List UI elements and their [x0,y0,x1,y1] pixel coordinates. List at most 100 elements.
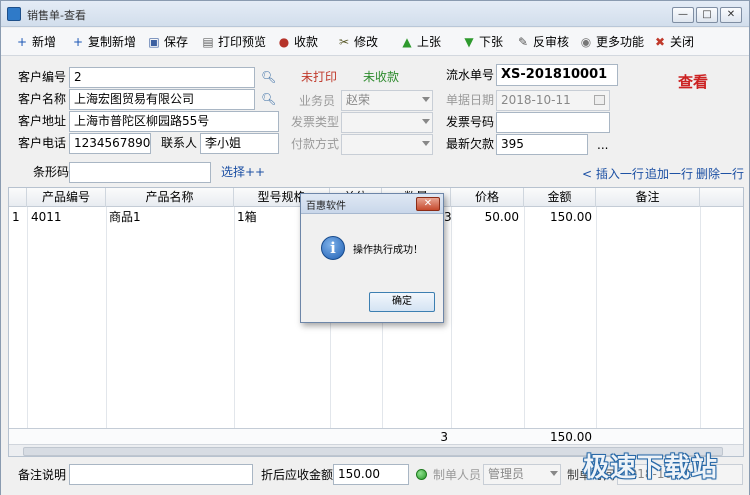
serial-input[interactable]: XS-201810001 [496,64,618,86]
close-button[interactable]: ✖ 关闭 [653,32,694,52]
up-arrow-icon: ▲ [402,35,412,49]
close-icon: ✖ [654,35,666,49]
discount-amount-input[interactable]: 150.00 [333,464,409,485]
remark-input[interactable] [69,464,253,485]
chevron-left-icon: < [582,167,593,181]
invoice-type-select[interactable] [341,112,433,133]
print-preview-button[interactable]: ▤ 打印预览 [201,32,266,52]
append-row-button[interactable]: 追加一行 [645,165,693,182]
customer-no-input[interactable]: 2 [69,67,255,88]
plus-icon: + [72,35,84,49]
maker-label: 制单人员 [433,468,482,482]
column-header[interactable]: 金额 [524,188,596,207]
grid-divider [106,207,107,437]
row-index-header [9,188,27,207]
coins-icon: ● [278,35,290,49]
column-header[interactable]: 产品编号 [27,188,106,207]
grid-divider [234,207,235,437]
debt-label: 最新欠款 [446,137,495,151]
cell-product-name[interactable]: 商品1 [109,208,141,227]
search-icon[interactable]: 🔍︎ [261,92,276,106]
chevron-down-icon [422,119,430,124]
invoice-no-label: 发票号码 [446,115,495,129]
grid-divider [596,207,597,437]
cell-spec[interactable]: 1箱 [237,208,257,227]
date-label: 单据日期 [446,93,495,107]
chevron-down-icon [422,97,430,102]
window-close-button[interactable]: ✕ [720,7,742,23]
salesman-select[interactable]: 赵荣 [341,90,433,111]
grid-divider [27,207,28,437]
barcode-input[interactable] [69,162,211,183]
info-icon: i [321,236,345,260]
phone-label: 客户电话 [18,136,67,150]
unaudit-button[interactable]: ✎ 反审核 [516,32,569,52]
maximize-button[interactable]: □ [696,7,718,23]
delete-row-button[interactable]: 删除一行 [696,165,744,182]
view-mode-label: 查看 [678,73,709,91]
discount-amount-label: 折后应收金额 [261,468,334,482]
address-input[interactable]: 上海市普陀区柳园路55号 [69,111,279,132]
toolbar: + 新增 + 复制新增 ▣ 保存 ▤ 打印预览 ● 收款 ✂ 修改 ▲ 上张 ▼ 下张 ✎ 反审核… [1,28,749,56]
edit-button[interactable]: ✂ 修改 [337,32,378,52]
search-icon[interactable]: 🔍︎ [261,70,276,84]
calendar-icon [594,95,605,105]
pencil-icon: ✎ [517,35,529,49]
maker-select[interactable]: 管理员 [483,464,561,485]
more-icon: ◉ [580,35,592,49]
serial-label: 流水单号 [446,68,495,82]
more-button[interactable]: ... [597,135,608,155]
receive-button[interactable]: ● 收款 [277,32,318,52]
cell-amount[interactable]: 150.00 [524,208,592,227]
tools-icon: ✂ [338,35,350,49]
copy-new-button[interactable]: + 复制新增 [71,32,136,52]
printer-icon: ▤ [202,35,214,49]
message-dialog: 百惠软件 ✕ i 操作执行成功！ 确定 [300,193,444,323]
watermark-logo: 极速下载站 [583,453,719,483]
dialog-title-bar: 百惠软件 ✕ [301,194,443,214]
customer-name-label: 客户名称 [18,92,67,106]
cell-price[interactable]: 50.00 [451,208,519,227]
sales-order-window: 销售单-查看 — □ ✕ + 新增 + 复制新增 ▣ 保存 ▤ 打印预览 ● 收款 ✂ 修改… [0,0,750,495]
pay-method-select[interactable] [341,134,433,155]
grid-divider [524,207,525,437]
dialog-close-button[interactable]: ✕ [416,197,440,211]
barcode-label: 条形码 [33,165,70,179]
address-label: 客户地址 [18,114,67,128]
more-functions-button[interactable]: ◉ 更多功能 [579,32,644,52]
column-header[interactable]: 产品名称 [106,188,234,207]
cell-product-code[interactable]: 4011 [31,208,62,227]
column-header[interactable]: 备注 [596,188,700,207]
new-button[interactable]: + 新增 [15,32,56,52]
debt-input[interactable]: 395 [496,134,588,155]
insert-row-button[interactable]: < 插入一行 [582,165,644,182]
window-title: 销售单-查看 [27,9,86,22]
status-dot-icon [416,469,427,480]
contact-label: 联系人 [161,136,198,150]
chevron-down-icon [422,141,430,146]
grid-divider [451,207,452,437]
floppy-icon: ▣ [148,35,160,49]
save-button[interactable]: ▣ 保存 [147,32,188,52]
column-header[interactable]: 价格 [451,188,524,207]
invoice-no-input[interactable] [496,112,610,133]
date-picker[interactable]: 2018-10-11 [496,90,610,111]
contact-input[interactable]: 李小姐 [200,133,279,154]
invoice-type-label: 发票类型 [291,115,340,129]
minimize-button[interactable]: — [672,7,694,23]
salesman-label: 业务员 [299,94,336,108]
select-link[interactable]: 选择++ [221,162,265,182]
receive-status: 未收款 [363,70,400,84]
title-bar: 销售单-查看 — □ ✕ [1,1,749,27]
customer-name-input[interactable]: 上海宏图贸易有限公司 [69,89,255,110]
next-button[interactable]: ▼ 下张 [462,32,503,52]
ok-button[interactable]: 确定 [369,292,435,312]
grid-divider [700,207,701,437]
dialog-message: 操作执行成功！ [353,245,423,256]
phone-input[interactable]: 12345678901 [69,133,151,154]
plus-icon: + [16,35,28,49]
pay-method-label: 付款方式 [291,137,340,151]
customer-no-label: 客户编号 [18,70,67,84]
dialog-title: 百惠软件 [306,201,346,212]
prev-button[interactable]: ▲ 上张 [400,32,441,52]
